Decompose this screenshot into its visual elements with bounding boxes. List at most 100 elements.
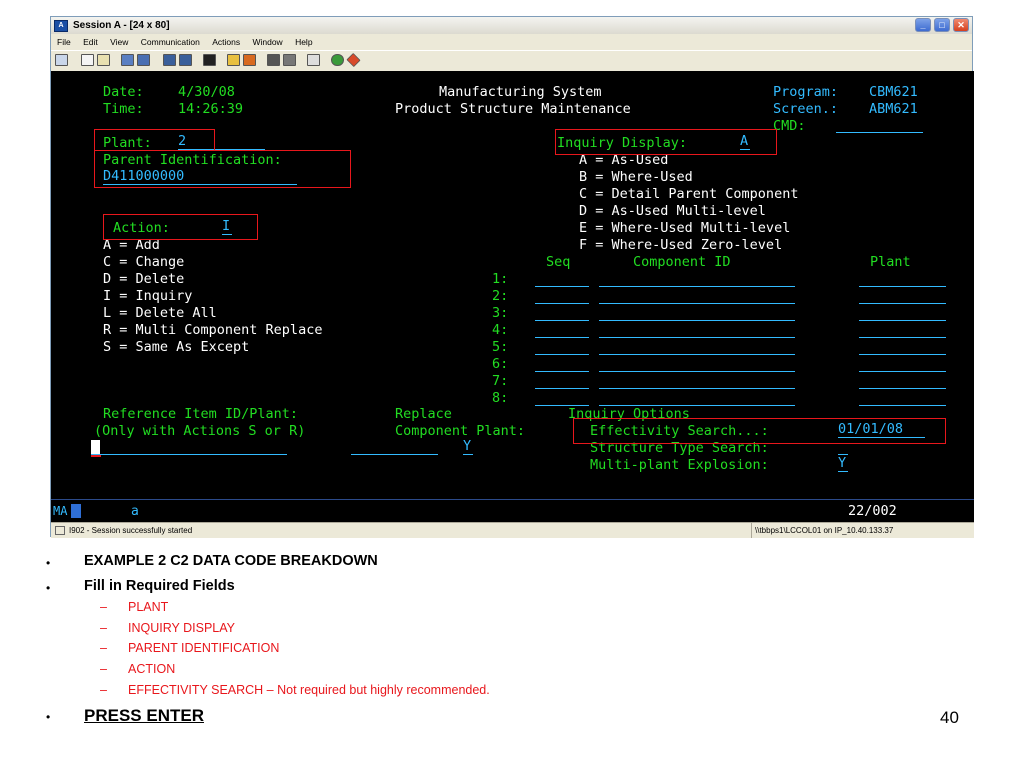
component-plant-label: Component Plant: [395,423,526,439]
row-number: 8: [492,390,509,406]
dash-marker: – [100,683,107,697]
app-icon: A [54,20,68,32]
component-plant-field[interactable] [859,339,946,355]
reference-plant-field[interactable] [351,439,438,455]
subitem-parent-identification: PARENT IDENTIFICATION [128,641,280,655]
component-plant-field[interactable] [859,373,946,389]
inquiry-option-b: B = Where-Used [579,169,693,185]
subitem-inquiry-display: INQUIRY DISPLAY [128,621,235,635]
component-plant-field[interactable] [859,356,946,372]
dash-marker: – [100,662,107,676]
bullet-press-enter: PRESS ENTER [84,706,204,725]
seq-field[interactable] [535,339,589,355]
action-option-same-as-except: S = Same As Except [103,339,250,355]
text-cursor [91,440,100,454]
program-label: Program: [773,84,839,100]
bullet-dot: • [46,710,51,724]
macro-pause-icon[interactable] [283,54,296,66]
seq-field[interactable] [535,356,589,372]
globe-icon[interactable] [331,54,344,66]
component-plant-field[interactable] [859,305,946,321]
replace-component-plant-value: Y [463,438,472,454]
minimize-button[interactable]: _ [915,18,931,32]
seq-field[interactable] [535,288,589,304]
send-file-icon[interactable] [121,54,134,66]
seq-field[interactable] [535,390,589,406]
row-number: 2: [492,288,509,304]
subitem-plant: PLANT [128,600,169,614]
component-id-field[interactable] [599,271,795,287]
bullet-dot: • [46,556,51,570]
component-id-field[interactable] [599,356,795,372]
keyboard-map-icon[interactable] [203,54,216,66]
status-message: I902 - Session successfully started [69,526,193,535]
seq-field[interactable] [535,322,589,338]
seq-field[interactable] [535,271,589,287]
window-title: Session A - [24 x 80] [73,20,170,31]
macro-play-icon[interactable] [243,54,256,66]
macro-record-icon[interactable] [227,54,240,66]
multi-plant-explosion-field[interactable]: Y [838,455,848,472]
color-map-icon[interactable] [179,54,192,66]
status-bar: I902 - Session successfully started \\tb… [51,522,974,538]
multi-plant-explosion-label: Multi-plant Explosion: [590,457,769,473]
receive-file-icon[interactable] [137,54,150,66]
session-icon[interactable] [307,54,320,66]
component-plant-field[interactable] [859,390,946,406]
connection-info: \\tbbps1\LCCOL01 on IP_10.40.133.37 [751,523,893,538]
component-id-field[interactable] [599,288,795,304]
maximize-button[interactable]: □ [934,18,950,32]
component-plant-field[interactable] [859,322,946,338]
component-id-field[interactable] [599,305,795,321]
action-highlight-box [103,214,258,240]
inquiry-option-e: E = Where-Used Multi-level [579,220,791,236]
cmd-field[interactable] [836,117,923,133]
component-id-field[interactable] [599,390,795,406]
inquiry-option-d: D = As-Used Multi-level [579,203,766,219]
menu-edit[interactable]: Edit [83,37,98,47]
menu-help[interactable]: Help [295,37,312,47]
component-plant-field[interactable] [859,271,946,287]
menu-view[interactable]: View [110,37,128,47]
reference-item-field[interactable] [91,439,287,455]
replace-component-plant-field[interactable]: Y [463,438,473,455]
seq-field[interactable] [535,373,589,389]
component-id-header: Component ID [633,254,731,270]
cursor-position: 22/002 [848,503,897,519]
multi-plant-explosion-value: Y [838,455,847,471]
copy-icon[interactable] [81,54,94,66]
session-status-icon [55,526,65,535]
inquiry-display-highlight-box [555,129,777,155]
close-button[interactable]: ✕ [953,18,969,32]
component-id-field[interactable] [599,373,795,389]
menu-bar: File Edit View Communication Actions Win… [51,35,972,49]
date-value: 4/30/08 [178,84,235,100]
display-icon[interactable] [163,54,176,66]
menu-window[interactable]: Window [252,37,282,47]
component-plant-field[interactable] [859,288,946,304]
parent-identification-highlight-box [94,150,351,188]
dash-marker: – [100,641,107,655]
bullet-example-title: EXAMPLE 2 C2 DATA CODE BREAKDOWN [84,553,378,569]
terminal-screen[interactable]: Date: 4/30/08 Time: 14:26:39 Manufacturi… [51,71,974,499]
support-icon[interactable] [346,52,361,68]
row-number: 5: [492,339,509,355]
print-screen-icon[interactable] [55,54,68,66]
subitem-action: ACTION [128,662,176,676]
cmd-label: CMD: [773,118,806,134]
session-indicator: a [131,504,139,519]
paste-icon[interactable] [97,54,110,66]
row-number: 1: [492,271,509,287]
menu-actions[interactable]: Actions [212,37,240,47]
component-id-field[interactable] [599,339,795,355]
subitem-effectivity-search: EFFECTIVITY SEARCH – Not required but hi… [128,683,490,697]
menu-communication[interactable]: Communication [141,37,200,47]
row-number: 6: [492,356,509,372]
menu-file[interactable]: File [57,37,71,47]
component-id-field[interactable] [599,322,795,338]
seq-field[interactable] [535,305,589,321]
dash-marker: – [100,621,107,635]
action-option-delete-all: L = Delete All [103,305,217,321]
macro-stop-icon[interactable] [267,54,280,66]
toolbar [51,50,972,72]
